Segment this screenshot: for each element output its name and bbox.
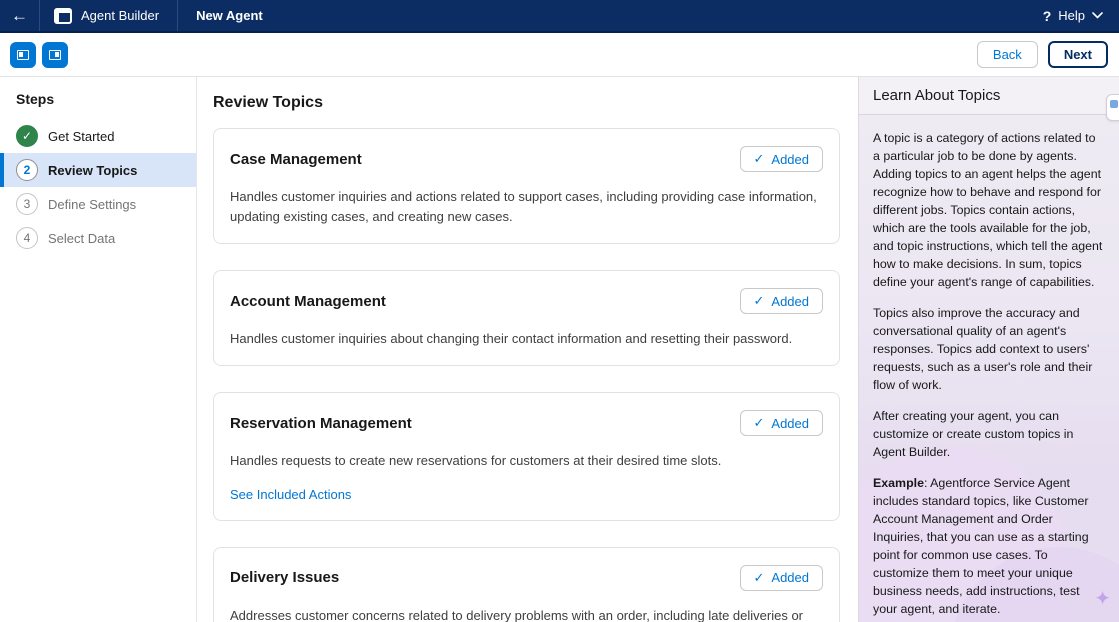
record-name-tab: New Agent [178,0,281,31]
back-button[interactable]: Back [977,41,1038,68]
topic-added-button[interactable]: ✓ Added [740,146,824,172]
topic-name: Reservation Management [230,415,412,432]
topic-description: Handles customer inquiries about changin… [230,329,823,349]
step-label: Get Started [48,129,114,144]
record-name: New Agent [196,8,263,23]
steps-sidebar: Steps ✓ Get Started 2 Review Topics 3 De… [0,77,197,622]
topic-added-button[interactable]: ✓ Added [740,288,824,314]
steps-list: ✓ Get Started 2 Review Topics 3 Define S… [0,119,196,255]
help-paragraph: A topic is a category of actions related… [873,130,1103,292]
learn-about-topics-panel: ✦ ✦ Learn About Topics A topic is a cate… [858,77,1119,622]
step-label: Review Topics [48,163,137,178]
check-icon: ✓ [754,293,765,309]
step-indicator: 4 [16,227,38,249]
topic-added-button[interactable]: ✓ Added [740,410,824,436]
step-indicator: 3 [16,193,38,215]
chevron-down-icon [1092,12,1103,19]
help-panel-title: Learn About Topics [859,77,1119,115]
help-paragraph: After creating your agent, you can custo… [873,408,1103,462]
topic-description: Handles customer inquiries and actions r… [230,187,823,227]
topic-description: Addresses customer concerns related to d… [230,606,823,622]
topic-card: Case Management ✓ Added Handles customer… [213,128,840,244]
step-item-review-topics[interactable]: 2 Review Topics [0,153,196,187]
panel-collapse-handle[interactable] [1106,94,1119,121]
topics-list: Case Management ✓ Added Handles customer… [213,128,840,622]
topic-status-label: Added [771,416,809,431]
app-title-section: Agent Builder [40,0,178,31]
step-item-define-settings[interactable]: 3 Define Settings [0,187,196,221]
help-panel-body: A topic is a category of actions related… [859,115,1119,622]
topic-card-header: Reservation Management ✓ Added [230,410,823,436]
topic-card: Delivery Issues ✓ Added Addresses custom… [213,547,840,622]
topic-status-label: Added [771,152,809,167]
toggle-right-panel-button[interactable] [42,42,68,68]
step-label: Select Data [48,231,115,246]
topic-name: Delivery Issues [230,569,339,586]
back-arrow-button[interactable]: ← [0,0,40,31]
topic-status-label: Added [771,570,809,585]
help-menu[interactable]: ? Help [1043,0,1119,31]
app-name: Agent Builder [81,8,159,23]
back-arrow-icon: ← [11,6,28,26]
page-title: Review Topics [213,94,840,112]
topic-added-button[interactable]: ✓ Added [740,565,824,591]
action-toolbar: Back Next [0,33,1119,77]
steps-title: Steps [16,91,180,107]
topic-card-header: Account Management ✓ Added [230,288,823,314]
top-navbar: ← Agent Builder New Agent ? Help [0,0,1119,33]
topic-card: Reservation Management ✓ Added Handles r… [213,392,840,520]
topic-card: Account Management ✓ Added Handles custo… [213,270,840,366]
step-label: Define Settings [48,197,136,212]
topic-name: Case Management [230,151,362,168]
step-item-select-data[interactable]: 4 Select Data [0,221,196,255]
see-included-actions-link[interactable]: See Included Actions [230,487,351,502]
left-panel-icon [17,50,29,60]
next-button[interactable]: Next [1048,41,1108,68]
topic-name: Account Management [230,293,386,310]
step-indicator: ✓ [16,125,38,147]
topic-status-label: Added [771,294,809,309]
topic-card-header: Case Management ✓ Added [230,146,823,172]
step-item-get-started[interactable]: ✓ Get Started [0,119,196,153]
help-icon: ? [1043,8,1052,24]
topic-card-header: Delivery Issues ✓ Added [230,565,823,591]
check-icon: ✓ [754,415,765,431]
example-text: : Agentforce Service Agent includes stan… [873,476,1089,616]
check-icon: ✓ [754,151,765,167]
step-indicator: 2 [16,159,38,181]
help-example-paragraph: Example: Agentforce Service Agent includ… [873,475,1103,619]
example-label: Example [873,476,924,490]
check-icon: ✓ [754,570,765,586]
main-content: Review Topics Case Management ✓ Added Ha… [197,77,858,622]
help-paragraph: Topics also improve the accuracy and con… [873,305,1103,395]
agent-builder-icon [54,8,72,24]
toggle-left-panel-button[interactable] [10,42,36,68]
topic-description: Handles requests to create new reservati… [230,451,823,471]
help-label: Help [1058,8,1085,23]
right-panel-icon [49,50,61,60]
